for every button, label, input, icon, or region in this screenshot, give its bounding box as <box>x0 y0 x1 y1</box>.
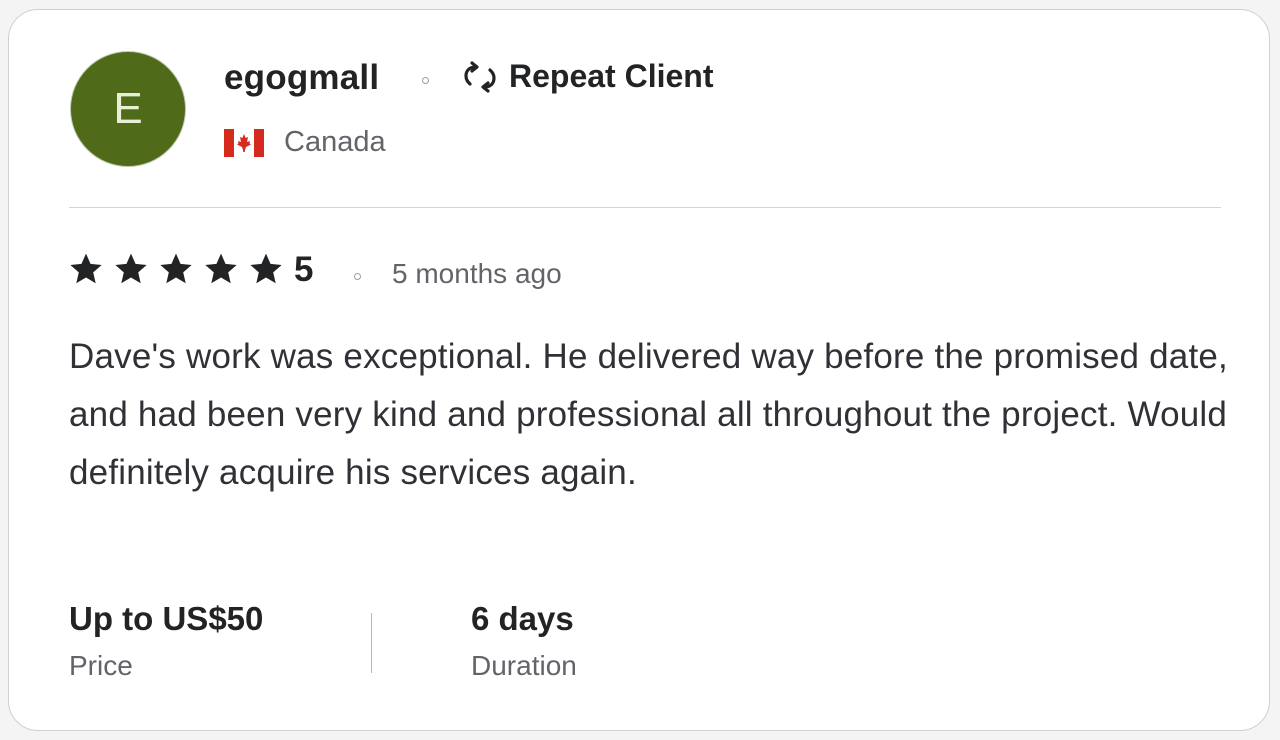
reviewer-username[interactable]: egogmall <box>224 58 379 98</box>
star-icon <box>205 253 237 284</box>
price-value: Up to US$50 <box>69 600 264 637</box>
header-divider <box>69 207 1221 208</box>
star-icon <box>250 253 282 284</box>
review-time-ago: 5 months ago <box>392 258 562 289</box>
repeat-client-label: Repeat Client <box>509 58 714 94</box>
repeat-icon <box>464 60 496 93</box>
stat-divider <box>371 613 372 673</box>
duration-value: 6 days <box>471 600 574 637</box>
star-icon <box>70 253 102 284</box>
separator-dot <box>354 273 361 280</box>
repeat-client-badge: Repeat Client <box>459 58 713 95</box>
duration-label: Duration <box>471 650 577 681</box>
duration-stat: 6 days Duration <box>471 598 577 684</box>
price-stat: Up to US$50 Price <box>69 598 263 684</box>
avatar[interactable]: E <box>71 52 185 166</box>
separator-dot <box>422 77 429 84</box>
rating-value: 5 <box>294 250 314 289</box>
star-icon <box>115 253 147 284</box>
price-label: Price <box>69 650 133 681</box>
review-text: Dave's work was exceptional. He delivere… <box>69 337 1228 492</box>
reviewer-country: Canada <box>224 126 386 159</box>
country-name: Canada <box>284 126 386 158</box>
star-icon <box>160 253 192 284</box>
star-rating: 5 <box>67 250 313 290</box>
canada-flag-icon <box>224 128 264 157</box>
avatar-letter: E <box>113 84 143 133</box>
review-card: E egogmall Repeat Client Canada 5 5 mont… <box>8 9 1270 731</box>
